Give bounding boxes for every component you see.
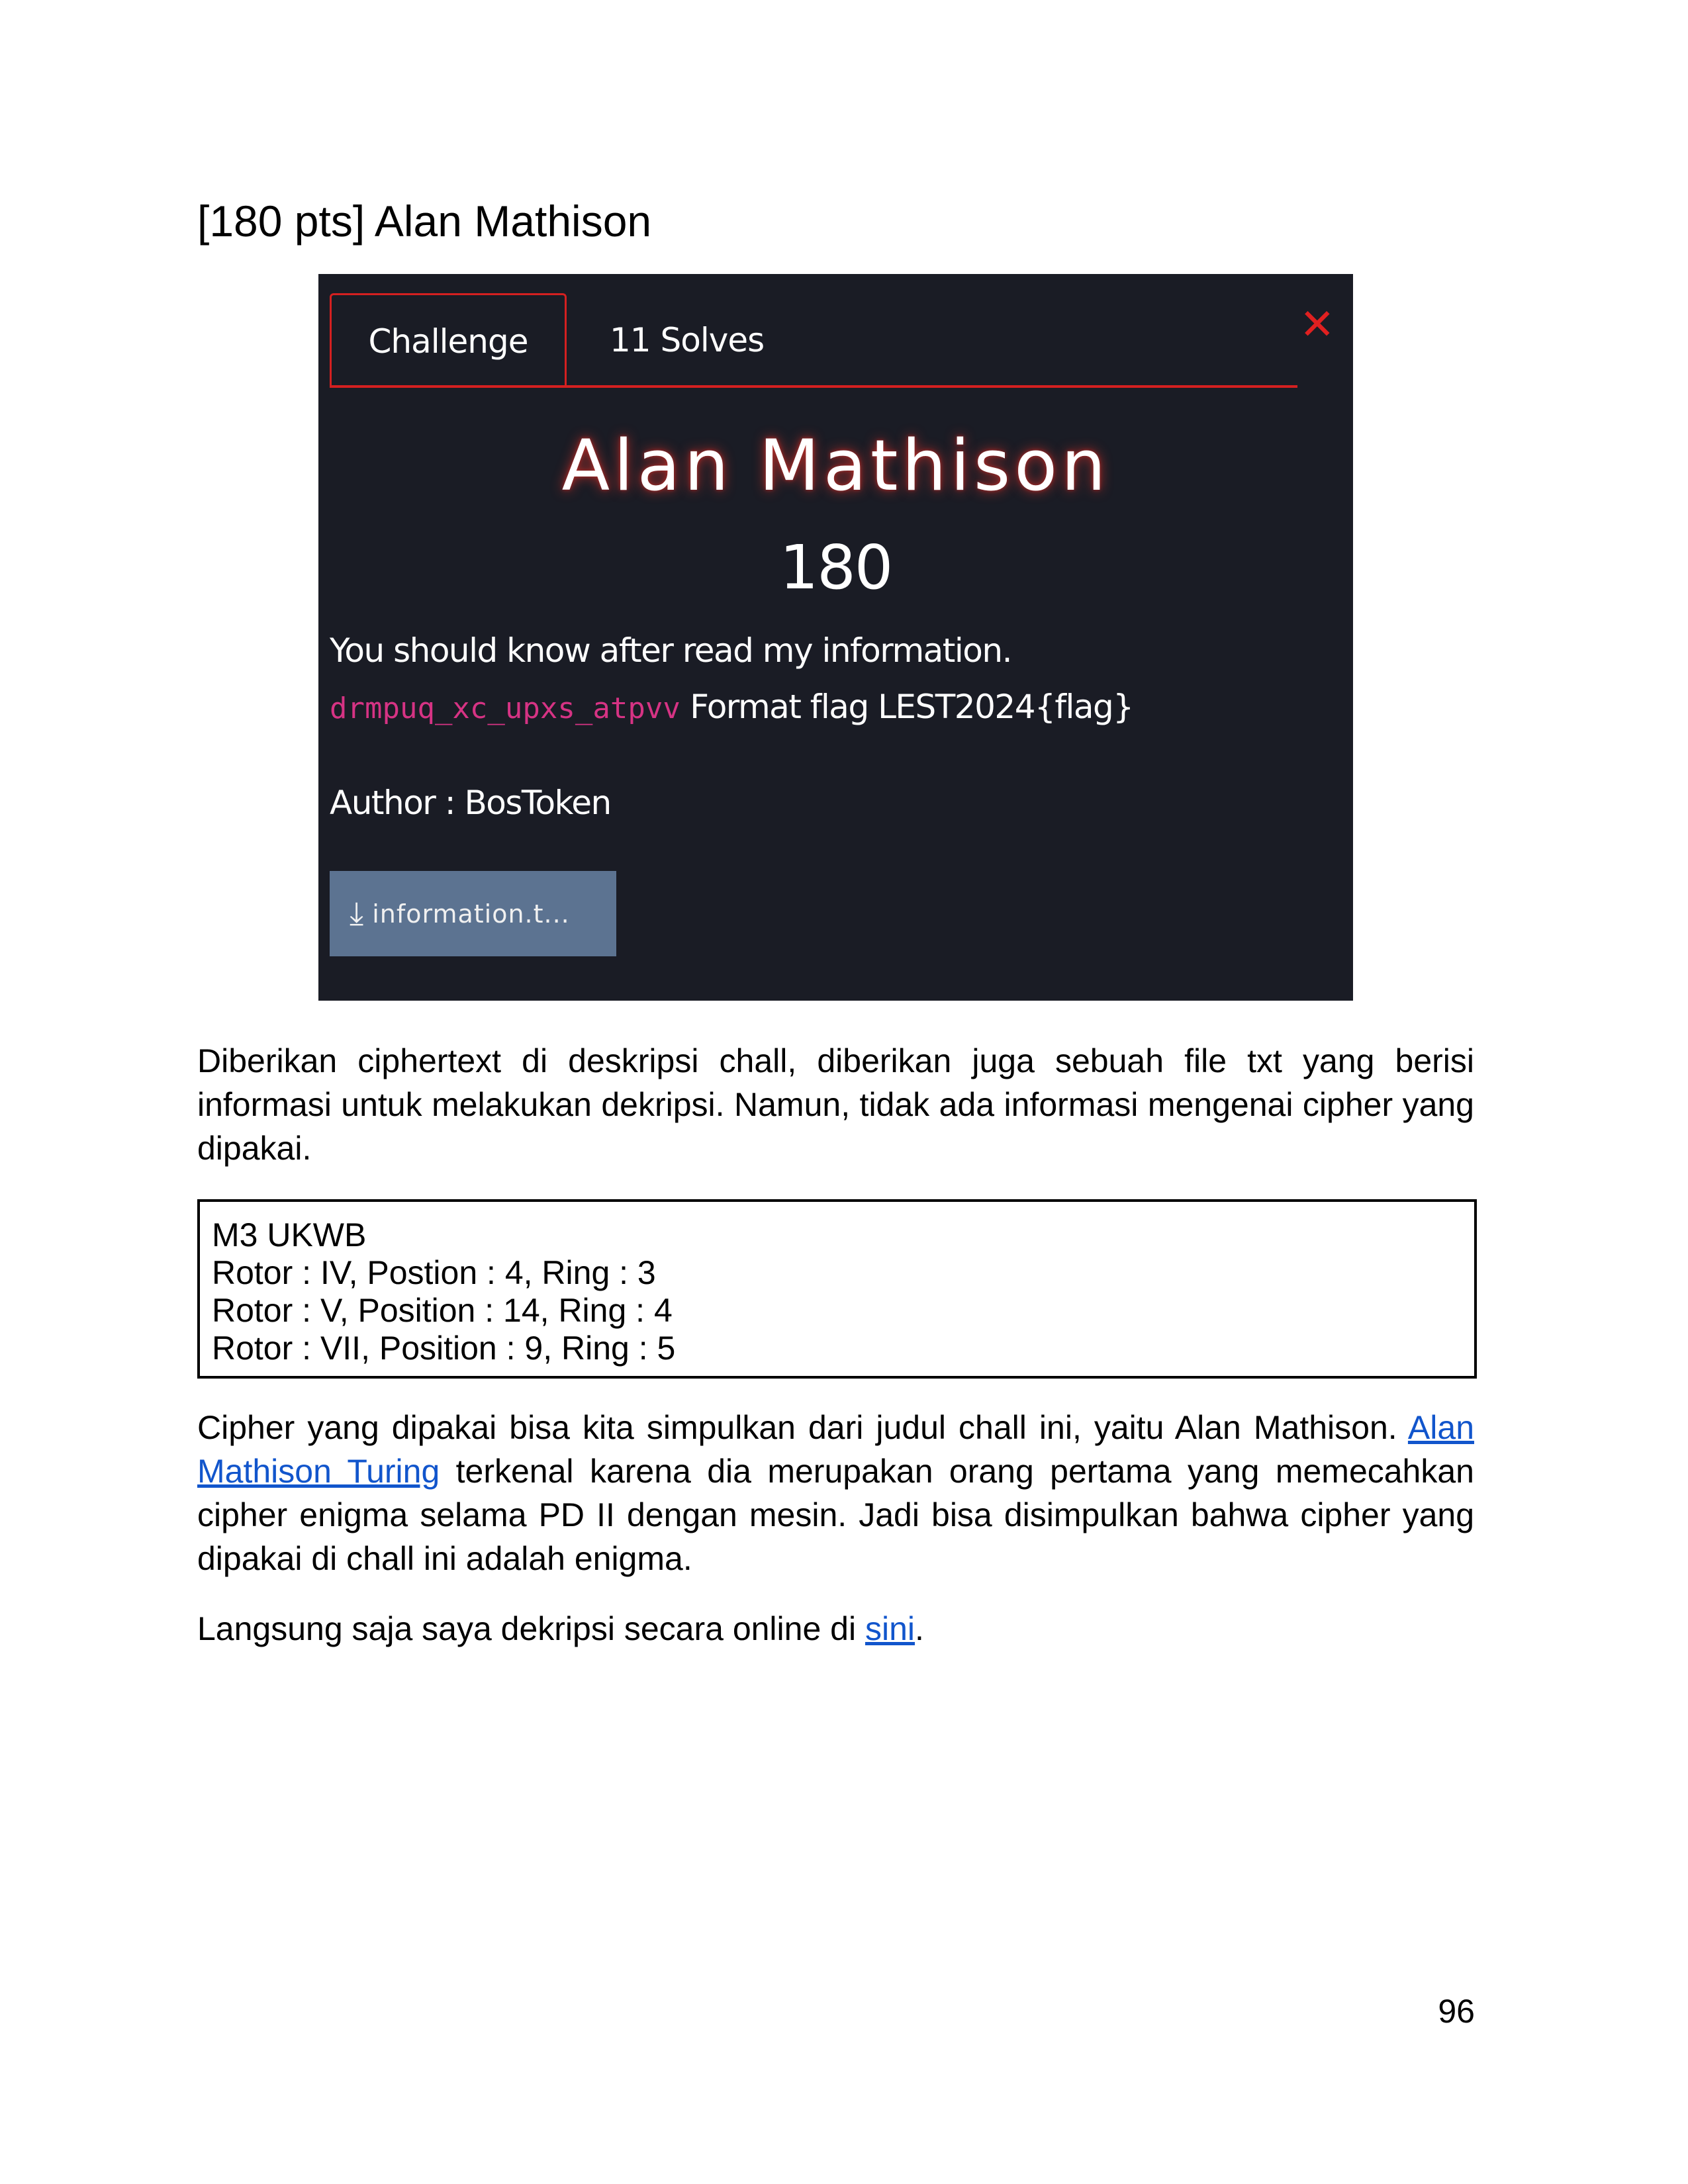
page-number: 96	[1438, 1993, 1475, 2030]
cipher-line: drmpuq_xc_upxs_atpvv Format flag LEST202…	[330, 688, 1134, 726]
text: Langsung saja saya dekripsi secara onlin…	[197, 1610, 865, 1647]
info-line: Rotor : IV, Postion : 4, Ring : 3	[212, 1254, 656, 1291]
challenge-author: Author : BosToken	[330, 784, 612, 822]
close-icon[interactable]: ✕	[1299, 300, 1335, 349]
info-line: Rotor : V, Position : 14, Ring : 4	[212, 1292, 673, 1329]
download-icon: ⤓	[350, 895, 365, 932]
challenge-name: Alan Mathison	[561, 425, 1110, 506]
ciphertext: drmpuq_xc_upxs_atpvv	[330, 692, 680, 725]
paragraph-decrypt: Langsung saja saya dekripsi secara onlin…	[197, 1607, 1474, 1651]
info-box: M3 UKWB Rotor : IV, Postion : 4, Ring : …	[197, 1199, 1477, 1379]
sini-link[interactable]: sini	[865, 1610, 915, 1647]
info-line: M3 UKWB	[212, 1216, 367, 1253]
tab-challenge[interactable]: Challenge	[330, 293, 567, 387]
tab-underline	[330, 385, 1297, 388]
text: Cipher yang dipakai bisa kita simpulkan …	[197, 1409, 1408, 1446]
challenge-screenshot: Challenge 11 Solves ✕ Alan Mathison 180 …	[318, 274, 1353, 1001]
paragraph-intro: Diberikan ciphertext di deskripsi chall,…	[197, 1042, 1474, 1167]
download-file-button[interactable]: ⤓ information.t...	[330, 871, 616, 956]
text: .	[915, 1610, 924, 1647]
tab-solves[interactable]: 11 Solves	[610, 293, 765, 387]
challenge-points: 180	[779, 532, 894, 603]
file-name: information.t...	[372, 899, 570, 929]
flag-format: Format flag LEST2024{flag}	[690, 688, 1134, 726]
section-heading: [180 pts] Alan Mathison	[197, 197, 652, 246]
paragraph-cipher: Cipher yang dipakai bisa kita simpulkan …	[197, 1406, 1474, 1580]
info-line: Rotor : VII, Position : 9, Ring : 5	[212, 1330, 676, 1367]
challenge-description: You should know after read my informatio…	[330, 631, 1012, 670]
